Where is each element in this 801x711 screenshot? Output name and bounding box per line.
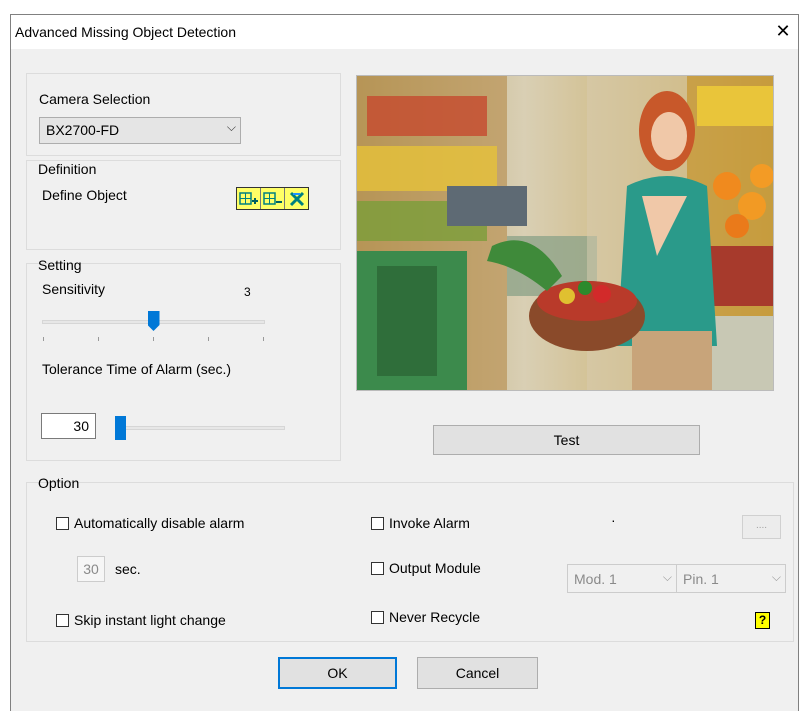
sensitivity-tick [208, 337, 209, 341]
dialog-window: Advanced Missing Object Detection ✕ Came… [10, 14, 799, 711]
never-recycle-label: Never Recycle [389, 609, 481, 625]
seconds-unit-label: sec. [115, 561, 141, 577]
tolerance-slider-track[interactable] [115, 426, 285, 430]
sensitivity-tick [98, 337, 99, 341]
pin-select[interactable]: Pin. 1 ⌵ [676, 564, 786, 593]
browse-alarm-button[interactable]: .... [742, 515, 781, 539]
checkbox-box[interactable] [371, 516, 384, 530]
invoke-alarm-label: Invoke Alarm [389, 515, 470, 531]
camera-select[interactable]: BX2700-FD ⌵ [39, 117, 241, 144]
output-module-checkbox[interactable]: Output Module [371, 560, 481, 576]
definition-label: Definition [38, 161, 97, 177]
grid-plus-icon[interactable] [237, 188, 260, 209]
sensitivity-tick [153, 337, 154, 341]
define-object-toolbar [236, 187, 309, 210]
checkbox-box[interactable] [56, 613, 69, 627]
checkbox-box[interactable] [371, 610, 384, 624]
clear-x-icon[interactable] [284, 188, 308, 209]
tolerance-time-input[interactable]: 30 [41, 413, 96, 439]
chevron-down-icon: ⌵ [662, 570, 672, 584]
checkbox-box[interactable] [56, 516, 69, 530]
camera-selection-label: Camera Selection [39, 91, 151, 107]
disable-seconds-input[interactable]: 30 [77, 556, 105, 582]
checkbox-box[interactable] [371, 561, 384, 575]
grid-minus-icon[interactable] [260, 188, 284, 209]
tolerance-time-label: Tolerance Time of Alarm (sec.) [42, 361, 232, 377]
sensitivity-tick [43, 337, 44, 341]
status-dot: · [611, 512, 616, 528]
option-label: Option [38, 475, 80, 491]
skip-light-change-checkbox[interactable]: Skip instant light change [56, 612, 226, 628]
define-object-label: Define Object [42, 187, 127, 203]
help-glyph: ? [758, 613, 767, 627]
output-module-label: Output Module [389, 560, 481, 576]
help-icon[interactable]: ? [755, 612, 770, 629]
pin-select-value: Pin. 1 [683, 571, 719, 587]
window-title: Advanced Missing Object Detection [15, 24, 236, 40]
close-button[interactable]: ✕ [770, 18, 796, 44]
setting-label: Setting [38, 257, 82, 273]
chevron-down-icon: ⌵ [226, 120, 236, 134]
sensitivity-tick [263, 337, 264, 341]
tolerance-slider-thumb[interactable] [115, 416, 126, 440]
sensitivity-value: 3 [244, 285, 251, 299]
invoke-alarm-checkbox[interactable]: Invoke Alarm [371, 515, 470, 531]
sensitivity-label: Sensitivity [42, 281, 106, 297]
module-select-value: Mod. 1 [574, 571, 617, 587]
auto-disable-alarm-label: Automatically disable alarm [74, 515, 245, 531]
camera-select-value: BX2700-FD [46, 122, 120, 138]
module-select[interactable]: Mod. 1 ⌵ [567, 564, 677, 593]
cancel-button[interactable]: Cancel [417, 657, 538, 689]
chevron-down-icon: ⌵ [771, 570, 781, 584]
ok-button[interactable]: OK [278, 657, 397, 689]
never-recycle-checkbox[interactable]: Never Recycle [371, 609, 480, 625]
test-button[interactable]: Test [433, 425, 700, 455]
skip-light-change-label: Skip instant light change [74, 612, 226, 628]
auto-disable-alarm-checkbox[interactable]: Automatically disable alarm [56, 515, 244, 531]
camera-preview-image [356, 75, 774, 391]
title-bar: Advanced Missing Object Detection ✕ [11, 15, 798, 49]
